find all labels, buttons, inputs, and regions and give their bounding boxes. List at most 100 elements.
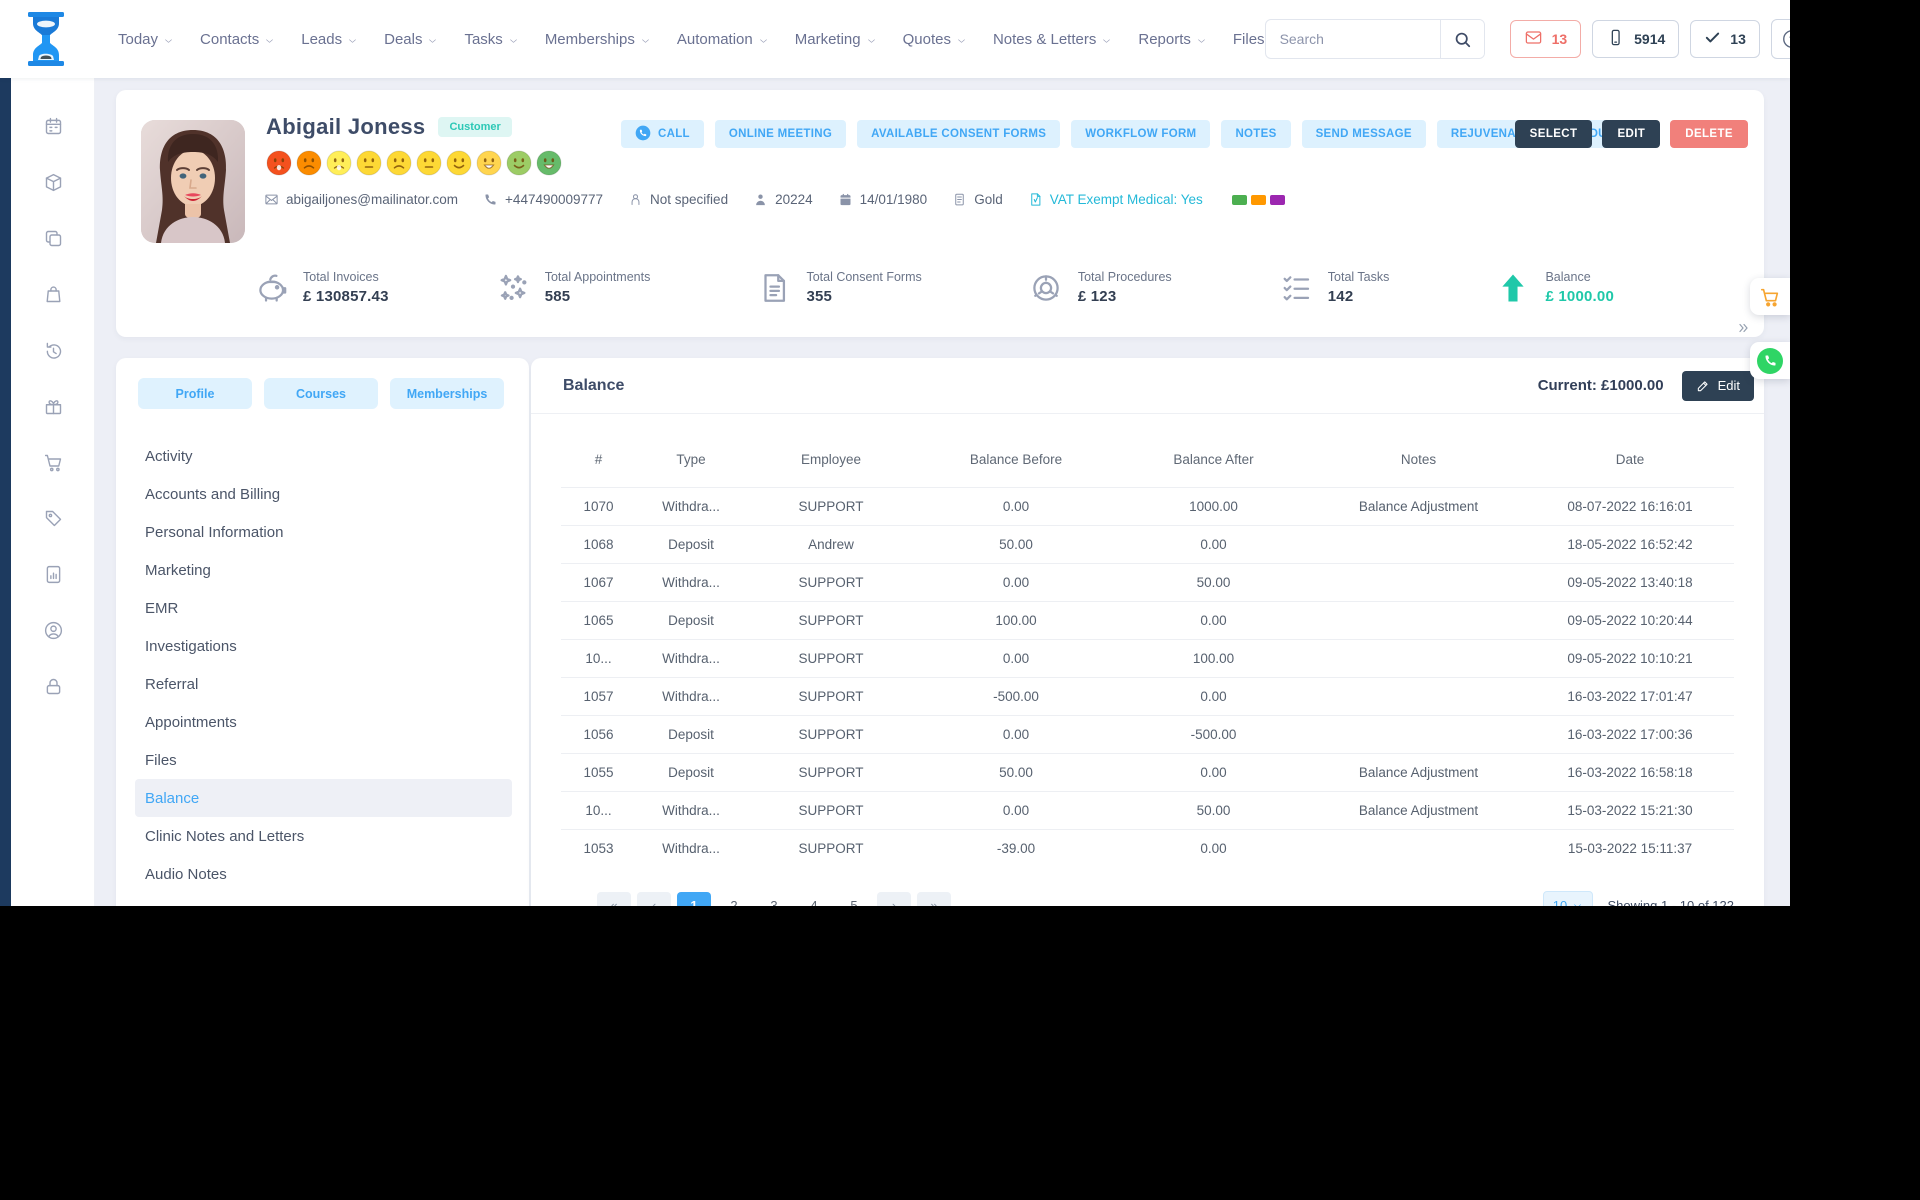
sidebar-item-balance[interactable]: Balance [135, 779, 512, 817]
next-page-button[interactable]: › [877, 892, 911, 906]
sidebar-item-appointments[interactable]: Appointments [135, 703, 512, 741]
send-message-button[interactable]: SEND MESSAGE [1301, 120, 1426, 148]
call-button[interactable]: CALL [621, 120, 704, 148]
nav-item-deals[interactable]: Deals [384, 31, 437, 48]
mood-emoji-9[interactable] [506, 150, 532, 176]
rail-user-circle-icon[interactable] [43, 620, 64, 641]
prev-page-button[interactable]: ‹ [637, 892, 671, 906]
page-2-button[interactable]: 2 [717, 892, 751, 907]
mood-emoji-7[interactable] [446, 150, 472, 176]
table-cell: 0.00 [916, 563, 1116, 602]
rail-gift-icon[interactable] [43, 396, 64, 417]
first-page-button[interactable]: « [597, 892, 631, 906]
table-row[interactable]: 1070 Withdra... SUPPORT 0.00 1000.00 Balance … [561, 487, 1734, 526]
consent-form-icon [757, 271, 791, 305]
sidebar-item-audio-notes[interactable]: Audio Notes [135, 855, 512, 893]
online-meeting-button[interactable]: ONLINE MEETING [714, 120, 847, 148]
table-cell: 1055 [561, 753, 636, 792]
client-photo[interactable] [141, 120, 245, 243]
workflow-form-button[interactable]: WORKFLOW FORM [1071, 120, 1211, 148]
rail-package-icon[interactable] [43, 172, 64, 193]
table-row[interactable]: 1067 Withdra... SUPPORT 0.00 50.00 09-05-2022… [561, 563, 1734, 602]
rail-calendar-icon[interactable] [43, 116, 64, 137]
nav-item-quotes[interactable]: Quotes [903, 31, 966, 48]
mood-emoji-5[interactable] [386, 150, 412, 176]
check-icon [1704, 29, 1721, 49]
edit-button[interactable]: EDIT [1602, 120, 1661, 148]
page-3-button[interactable]: 3 [757, 892, 791, 907]
tab-profile[interactable]: Profile [138, 378, 252, 409]
floating-cart-button[interactable] [1750, 278, 1790, 315]
collapse-chevrons-icon[interactable] [1736, 321, 1750, 339]
rail-lock-icon[interactable] [43, 676, 64, 697]
nav-item-leads[interactable]: Leads [301, 31, 357, 48]
available-consent-forms-button[interactable]: AVAILABLE CONSENT FORMS [857, 120, 1061, 148]
sidebar-item-files[interactable]: Files [135, 741, 512, 779]
mood-emoji-8[interactable] [476, 150, 502, 176]
last-page-button[interactable]: » [917, 892, 951, 906]
mood-emoji-3[interactable] [326, 150, 352, 176]
nav-item-reports[interactable]: Reports [1138, 31, 1206, 48]
select-button[interactable]: SELECT [1514, 120, 1593, 148]
help-icon[interactable]: ? [1770, 19, 1790, 59]
table-cell: 1070 [561, 487, 636, 526]
nav-item-notes-letters[interactable]: Notes & Letters [993, 31, 1111, 48]
table-row[interactable]: 1068 Deposit Andrew 50.00 0.00 18-05-2022 16:… [561, 525, 1734, 564]
search-input[interactable] [1265, 31, 1440, 47]
notes-button[interactable]: NOTES [1221, 120, 1291, 148]
rail-tag-icon[interactable] [43, 508, 64, 529]
table-row[interactable]: 10... Withdra... SUPPORT 0.00 100.00 09-05-20… [561, 639, 1734, 678]
nav-item-today[interactable]: Today [118, 31, 173, 48]
page-1-button[interactable]: 1 [677, 892, 711, 906]
sidebar-item-investigations[interactable]: Investigations [135, 627, 512, 665]
table-row[interactable]: 1056 Deposit SUPPORT 0.00 -500.00 16-03-2022 … [561, 715, 1734, 754]
rail-cart-icon[interactable] [43, 452, 64, 473]
app-logo-hourglass[interactable] [24, 9, 68, 69]
page-5-button[interactable]: 5 [837, 892, 871, 907]
sidebar-item-pictures[interactable]: Pictures [135, 893, 512, 907]
nav-item-tasks[interactable]: Tasks [464, 31, 517, 48]
rail-copy-icon[interactable] [43, 228, 64, 249]
nav-item-memberships[interactable]: Memberships [545, 31, 650, 48]
sidebar-item-activity[interactable]: Activity [135, 437, 512, 475]
envelope-badge-button[interactable]: 13 [1509, 20, 1582, 58]
nav-item-automation[interactable]: Automation [677, 31, 768, 48]
nav-item-marketing[interactable]: Marketing [795, 31, 876, 48]
edit-balance-button[interactable]: Edit [1681, 370, 1754, 401]
mood-emoji-4[interactable] [356, 150, 382, 176]
rail-bag-icon[interactable] [43, 284, 64, 305]
mobile-badge-button[interactable]: 5914 [1592, 20, 1680, 58]
tab-courses[interactable]: Courses [264, 378, 378, 409]
rail-history-icon[interactable] [43, 340, 64, 361]
mood-emoji-6[interactable] [416, 150, 442, 176]
page-4-button[interactable]: 4 [797, 892, 831, 907]
table-row[interactable]: 1057 Withdra... SUPPORT -500.00 0.00 16-03-20… [561, 677, 1734, 716]
sidebar-item-personal-information[interactable]: Personal Information [135, 513, 512, 551]
stat-balance: Balance £ 1000.00 [1496, 270, 1614, 305]
balance-table: # Type Employee Balance Before Balance After… [561, 436, 1734, 867]
sidebar-item-marketing[interactable]: Marketing [135, 551, 512, 589]
nav-item-files[interactable]: Files [1233, 31, 1265, 48]
table-row[interactable]: 1053 Withdra... SUPPORT -39.00 0.00 15-03-202… [561, 829, 1734, 867]
nav-item-label: Marketing [794, 30, 861, 48]
sidebar-item-emr[interactable]: EMR [135, 589, 512, 627]
tab-memberships[interactable]: Memberships [390, 378, 504, 409]
nav-item-contacts[interactable]: Contacts [200, 31, 274, 48]
sidebar-item-clinic-notes-and-letters[interactable]: Clinic Notes and Letters [135, 817, 512, 855]
mood-emoji-10[interactable] [536, 150, 562, 176]
page-size-select[interactable]: 10 [1542, 891, 1593, 906]
search-icon[interactable] [1439, 20, 1484, 58]
delete-button[interactable]: DELETE [1670, 120, 1748, 148]
rail-report-icon[interactable] [43, 564, 64, 585]
table-cell: Withdra... [636, 677, 746, 716]
check-badge-button[interactable]: 13 [1690, 20, 1760, 58]
sidebar-item-accounts-and-billing[interactable]: Accounts and Billing [135, 475, 512, 513]
table-cell: 1053 [561, 829, 636, 867]
sidebar-item-referral[interactable]: Referral [135, 665, 512, 703]
table-row[interactable]: 1065 Deposit SUPPORT 100.00 0.00 09-05-2022 1… [561, 601, 1734, 640]
floating-whatsapp-button[interactable] [1750, 342, 1790, 379]
table-row[interactable]: 10... Withdra... SUPPORT 0.00 50.00 Balance A… [561, 791, 1734, 830]
table-row[interactable]: 1055 Deposit SUPPORT 50.00 0.00 Balance Adjus… [561, 753, 1734, 792]
mood-emoji-2[interactable] [296, 150, 322, 176]
mood-emoji-1[interactable] [266, 150, 292, 176]
